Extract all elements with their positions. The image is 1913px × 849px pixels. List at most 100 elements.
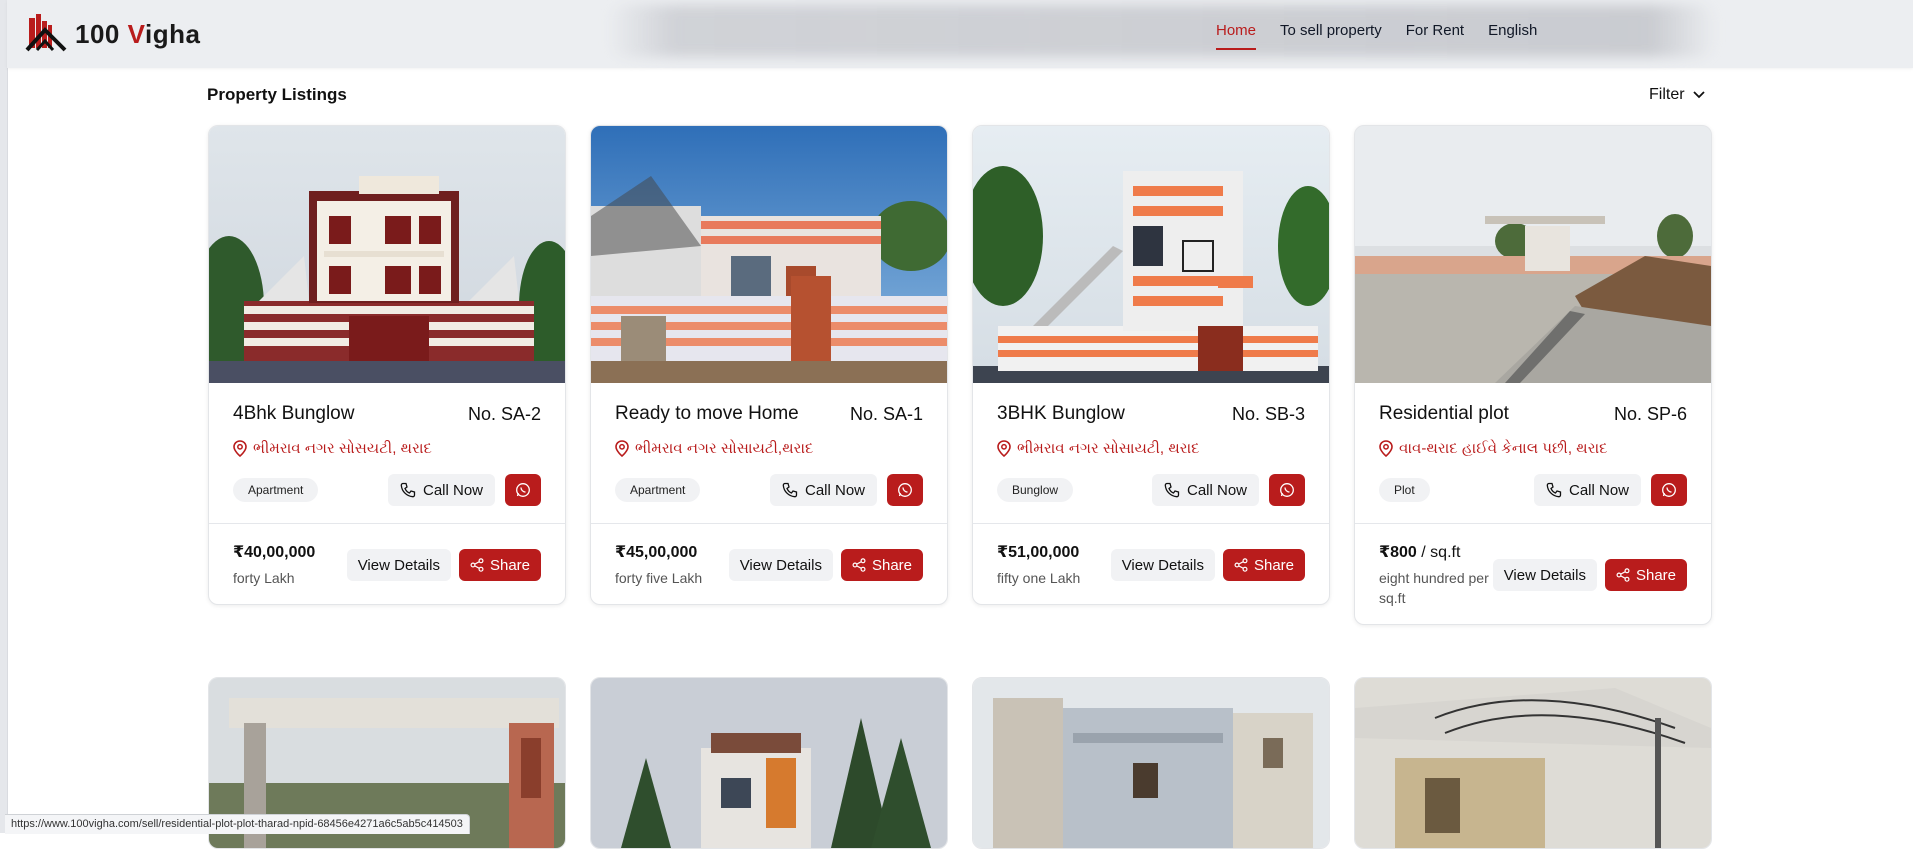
listing-card-partial[interactable] bbox=[1354, 677, 1712, 849]
link-preview-status-bar: https://www.100vigha.com/sell/residentia… bbox=[5, 814, 470, 834]
window-edge bbox=[0, 0, 8, 833]
property-type-badge: Apartment bbox=[615, 478, 701, 502]
property-image[interactable] bbox=[209, 126, 565, 383]
whatsapp-button[interactable] bbox=[887, 474, 923, 506]
nav-rent-link[interactable]: For Rent bbox=[1406, 22, 1464, 50]
share-icon bbox=[852, 558, 866, 572]
share-button[interactable]: Share bbox=[840, 549, 923, 581]
property-number: No. SA-1 bbox=[849, 403, 923, 424]
price-value: ₹40,00,000 bbox=[233, 544, 316, 561]
share-icon bbox=[1616, 568, 1630, 582]
whatsapp-button[interactable] bbox=[1269, 474, 1305, 506]
listing-card-partial[interactable] bbox=[972, 677, 1330, 849]
price-in-words: eight hundred per sq.ft bbox=[1379, 570, 1489, 606]
property-title[interactable]: Ready to move Home bbox=[615, 403, 799, 425]
call-now-button[interactable]: Call Now bbox=[387, 474, 495, 506]
call-now-label: Call Now bbox=[422, 481, 483, 499]
call-now-button[interactable]: Call Now bbox=[1151, 474, 1259, 506]
share-button[interactable]: Share bbox=[1604, 559, 1687, 591]
map-pin-icon bbox=[997, 440, 1011, 457]
price-value: ₹45,00,000 bbox=[615, 544, 698, 561]
property-image[interactable] bbox=[591, 126, 947, 383]
property-location: ભીમરાવ નગર સોસાયટી, થરાદ bbox=[997, 440, 1305, 457]
share-label: Share bbox=[489, 556, 530, 574]
share-label: Share bbox=[871, 556, 912, 574]
nav-sell-link[interactable]: To sell property bbox=[1280, 22, 1382, 50]
filter-label: Filter bbox=[1649, 86, 1685, 103]
map-pin-icon bbox=[615, 440, 629, 457]
site-logo[interactable]: 100 Vigha bbox=[25, 12, 200, 56]
language-selector[interactable]: English bbox=[1488, 22, 1537, 50]
logo-rest: igha bbox=[145, 18, 201, 49]
phone-icon bbox=[1546, 482, 1562, 498]
property-type-badge: Apartment bbox=[233, 478, 319, 502]
house-logo-icon bbox=[25, 14, 67, 52]
whatsapp-button[interactable] bbox=[1651, 474, 1687, 506]
logo-v: V bbox=[127, 18, 145, 49]
share-icon bbox=[470, 558, 484, 572]
share-label: Share bbox=[1253, 556, 1294, 574]
share-button[interactable]: Share bbox=[458, 549, 541, 581]
property-price: ₹40,00,000 bbox=[233, 542, 315, 562]
property-image[interactable] bbox=[591, 678, 947, 848]
property-price: ₹800 / sq.ft bbox=[1379, 542, 1489, 562]
property-price: ₹51,00,000 bbox=[997, 542, 1080, 562]
price-unit: / sq.ft bbox=[1416, 544, 1461, 561]
whatsapp-icon bbox=[898, 483, 912, 497]
whatsapp-icon bbox=[1662, 483, 1676, 497]
location-text: વાવ-થરાદ હાઈવે કેનાલ પછી, થરાદ bbox=[1399, 440, 1608, 457]
call-now-button[interactable]: Call Now bbox=[769, 474, 877, 506]
phone-icon bbox=[782, 482, 798, 498]
call-now-label: Call Now bbox=[1186, 481, 1247, 499]
property-title[interactable]: 4Bhk Bunglow bbox=[233, 403, 354, 425]
whatsapp-icon bbox=[1280, 483, 1294, 497]
property-image[interactable] bbox=[1355, 678, 1711, 848]
view-details-button[interactable]: View Details bbox=[1492, 559, 1597, 591]
map-pin-icon bbox=[233, 440, 247, 457]
property-image[interactable] bbox=[973, 678, 1329, 848]
call-now-button[interactable]: Call Now bbox=[1533, 474, 1641, 506]
location-text: ભીમરાવ નગર સોસયટી, થરાદ bbox=[253, 440, 432, 457]
price-in-words: forty Lakh bbox=[233, 570, 295, 586]
property-location: ભીમરાવ નગર સોસાયટી,થરાદ bbox=[615, 440, 923, 457]
logo-number: 100 bbox=[75, 18, 120, 49]
view-details-button[interactable]: View Details bbox=[346, 549, 451, 581]
share-button[interactable]: Share bbox=[1222, 549, 1305, 581]
nav-links: Home To sell property For Rent English bbox=[1216, 22, 1561, 50]
property-number: No. SA-2 bbox=[467, 403, 541, 424]
property-title[interactable]: 3BHK Bunglow bbox=[997, 403, 1125, 425]
property-image[interactable] bbox=[973, 126, 1329, 383]
listing-card[interactable]: Residential plot No. SP-6 વાવ-થરાદ હાઈવે… bbox=[1354, 125, 1712, 625]
filter-button[interactable]: Filter bbox=[1649, 86, 1705, 104]
location-text: ભીમરાવ નગર સોસાયટી, થરાદ bbox=[1017, 440, 1200, 457]
top-navbar: 100 Vigha Home To sell property For Rent… bbox=[7, 0, 1913, 68]
property-type-badge: Plot bbox=[1379, 478, 1430, 502]
price-in-words: fifty one Lakh bbox=[997, 570, 1081, 586]
property-title[interactable]: Residential plot bbox=[1379, 403, 1509, 425]
nav-home-link[interactable]: Home bbox=[1216, 22, 1257, 50]
call-now-label: Call Now bbox=[1568, 481, 1629, 499]
phone-icon bbox=[1164, 482, 1180, 498]
map-pin-icon bbox=[1379, 440, 1393, 457]
whatsapp-icon bbox=[516, 483, 530, 497]
call-now-label: Call Now bbox=[804, 481, 865, 499]
property-price: ₹45,00,000 bbox=[615, 542, 702, 562]
price-in-words: forty five Lakh bbox=[615, 570, 703, 586]
phone-icon bbox=[400, 482, 416, 498]
listing-card-partial[interactable] bbox=[590, 677, 948, 849]
property-image[interactable] bbox=[1355, 126, 1711, 383]
property-type-badge: Bunglow bbox=[997, 478, 1074, 502]
listing-card[interactable]: 3BHK Bunglow No. SB-3 ભીમરાવ નગર સોસાયટી… bbox=[972, 125, 1330, 605]
property-location: ભીમરાવ નગર સોસયટી, થરાદ bbox=[233, 440, 541, 457]
chevron-down-icon bbox=[1692, 91, 1705, 99]
listing-card[interactable]: 4Bhk Bunglow No. SA-2 ભીમરાવ નગર સોસયટી,… bbox=[208, 125, 566, 605]
page-title: Property Listings bbox=[207, 85, 347, 104]
whatsapp-button[interactable] bbox=[505, 474, 541, 506]
price-value: ₹800 bbox=[1379, 544, 1417, 561]
view-details-button[interactable]: View Details bbox=[728, 549, 833, 581]
location-text: ભીમરાવ નગર સોસાયટી,થરાદ bbox=[635, 440, 814, 457]
view-details-button[interactable]: View Details bbox=[1110, 549, 1215, 581]
listing-card[interactable]: Ready to move Home No. SA-1 ભીમરાવ નગર સ… bbox=[590, 125, 948, 605]
share-icon bbox=[1234, 558, 1248, 572]
logo-wordmark: 100 Vigha bbox=[75, 19, 200, 50]
